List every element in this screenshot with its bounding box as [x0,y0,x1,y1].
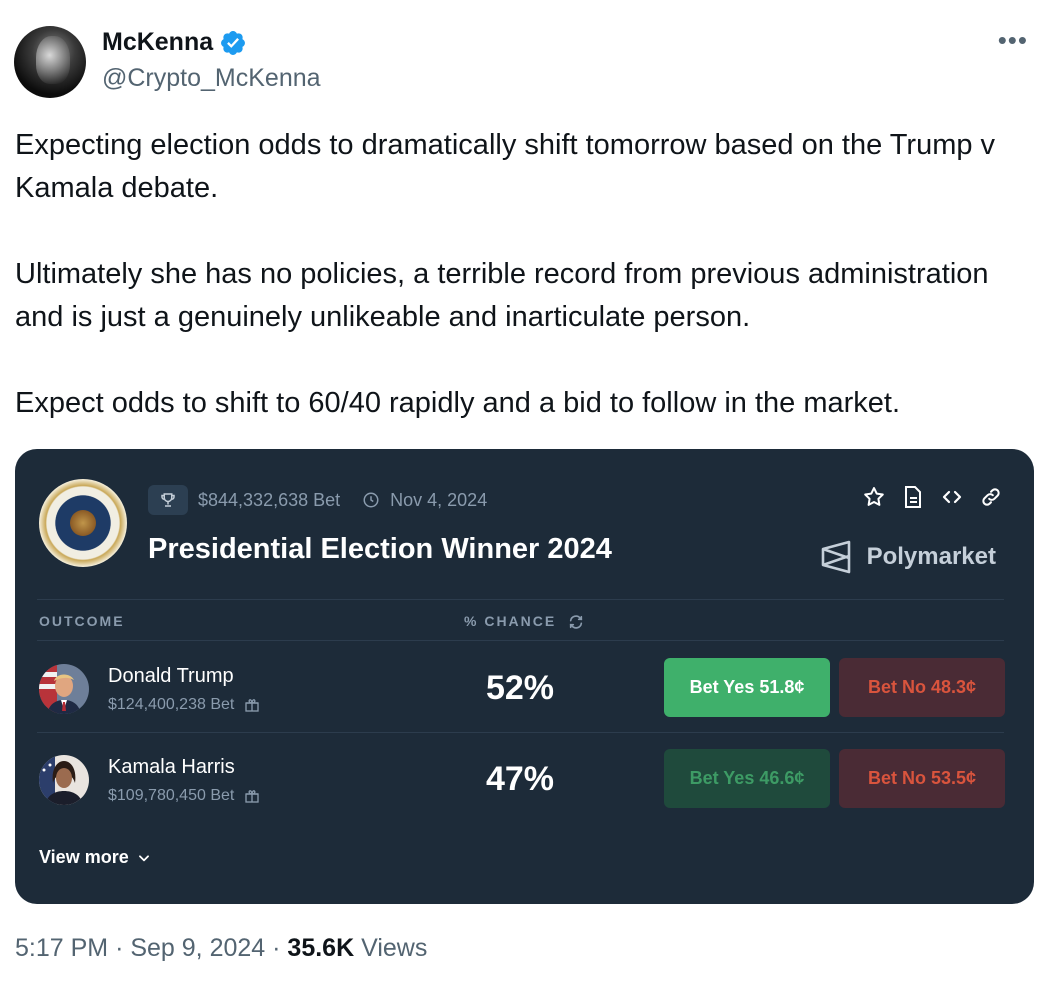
more-options-icon[interactable]: ••• [998,27,1028,53]
polymarket-brand[interactable]: Polymarket [819,539,996,575]
card-actions [862,485,1002,509]
trophy-icon [148,485,188,515]
header-divider [37,599,1004,600]
gift-icon [245,790,260,803]
presidential-seal-image [39,479,127,567]
polymarket-logo-icon [821,540,850,574]
outcome-bet-row: $109,780,450 Bet [108,787,260,805]
outcome-chance: 52% [485,669,555,707]
bet-no-button[interactable]: Bet No 53.5¢ [839,749,1005,808]
tweet-paragraph: Expect odds to shift to 60/40 rapidly an… [15,387,901,419]
gift-icon [245,699,260,712]
outcome-chance: 47% [485,760,555,798]
harris-avatar [39,755,89,805]
refresh-icon[interactable] [568,614,584,630]
separator-dot: · [115,934,131,962]
outcome-name: Donald Trump [108,665,234,687]
author-display-name[interactable]: McKenna [102,28,213,57]
chevron-down-icon [138,854,149,861]
trump-avatar [39,664,89,714]
outcome-bet-row: $124,400,238 Bet [108,696,260,714]
views-count[interactable]: 35.6K [287,934,354,962]
outcome-row-harris[interactable]: Kamala Harris $109,780,450 Bet 47% Bet Y… [15,741,1034,831]
link-icon[interactable] [980,486,1002,508]
avatar-bust-image [36,36,70,84]
verified-badge-icon [221,30,246,55]
author-name-row: McKenna [102,28,247,57]
columns-divider [37,640,1004,641]
separator-dot: · [272,934,288,962]
document-icon[interactable] [902,485,924,509]
seal-eagle-icon [70,510,96,536]
clock-icon [363,492,379,508]
outcome-row-trump[interactable]: Donald Trump $124,400,238 Bet 52% Bet Ye… [15,650,1034,740]
total-bet-volume: $844,332,638 Bet [198,489,341,510]
outcome-bet-volume: $109,780,450 Bet [108,787,235,804]
star-icon[interactable] [862,485,886,509]
bet-no-button[interactable]: Bet No 48.3¢ [839,658,1005,717]
tweet-paragraph: Expecting election odds to dramatically … [15,129,996,204]
outcome-bet-volume: $124,400,238 Bet [108,696,235,713]
embed-code-icon[interactable] [940,485,964,509]
card-meta-row: $844,332,638 Bet Nov 4, 2024 [148,485,487,515]
polymarket-brand-name: Polymarket [866,543,996,570]
chance-column-label: % CHANCE [464,613,557,629]
bet-yes-button[interactable]: Bet Yes 51.8¢ [664,658,830,717]
tweet-paragraph: Ultimately she has no policies, a terrib… [15,258,989,333]
tweet-footer: 5:17 PM · Sep 9, 2024 · 35.6K Views [15,934,427,963]
tweet-text: Expecting election odds to dramatically … [15,124,1035,425]
bet-yes-button[interactable]: Bet Yes 46.6¢ [664,749,830,808]
tweet-date[interactable]: Sep 9, 2024 [130,934,265,962]
market-title[interactable]: Presidential Election Winner 2024 [148,533,612,566]
view-more-button[interactable]: View more [39,847,151,868]
outcome-name: Kamala Harris [108,756,235,778]
outcome-column-header: OUTCOME [39,613,125,629]
views-label: Views [361,934,428,962]
author-handle[interactable]: @Crypto_McKenna [102,64,321,93]
row-divider [37,732,1004,733]
chance-column-header: % CHANCE [464,613,584,630]
polymarket-card[interactable]: $844,332,638 Bet Nov 4, 2024 Presidentia… [15,449,1034,904]
author-avatar[interactable] [14,26,86,98]
tweet-time[interactable]: 5:17 PM [15,934,108,962]
view-more-label: View more [39,847,129,867]
market-end-date: Nov 4, 2024 [390,489,488,510]
